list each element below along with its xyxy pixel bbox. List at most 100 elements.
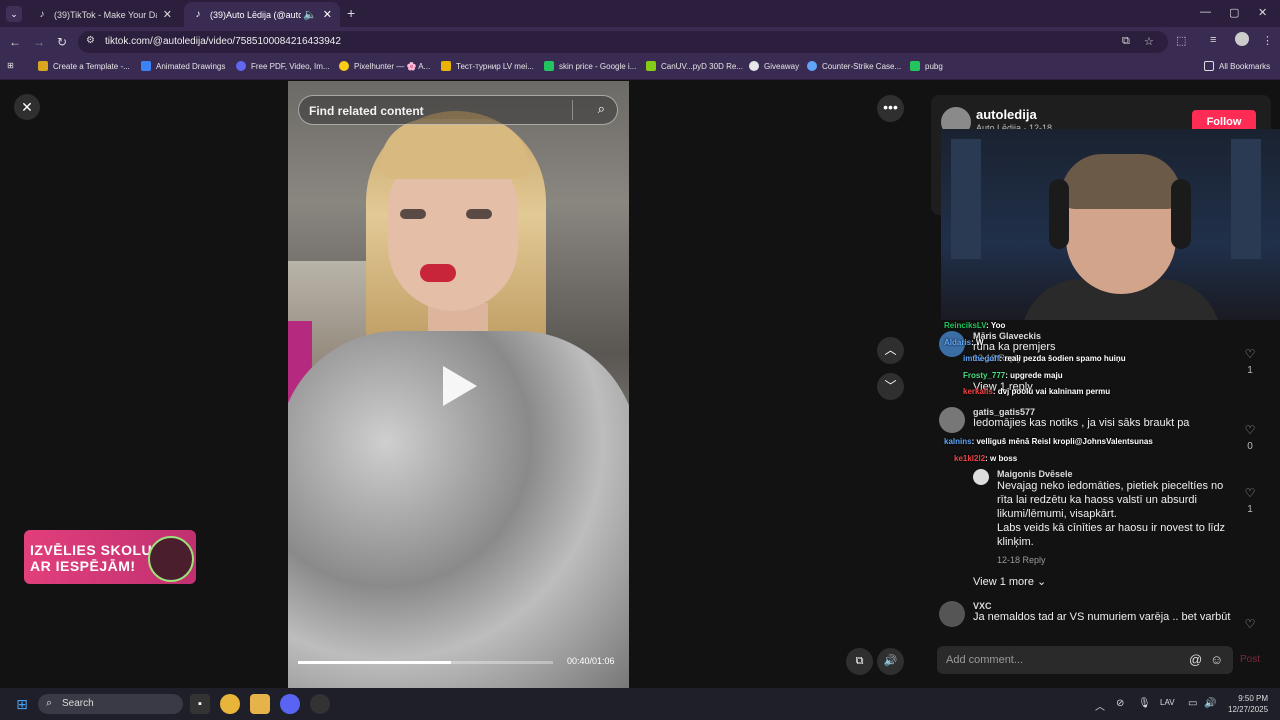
heart-icon[interactable]: ♡ 0 [1242,423,1258,452]
chat-message: ke1kl2l2: w boss [954,454,1018,463]
profile-avatar[interactable] [1235,32,1249,46]
network-icon[interactable]: ⊘ [1116,698,1124,709]
heart-icon[interactable]: ♡ [1242,617,1258,631]
install-app-icon[interactable]: ⧉ [1122,35,1130,48]
more-options-button[interactable]: ••• [877,95,904,122]
ad-line-2: AR IESPĒJĀM! [30,558,136,574]
avatar[interactable] [973,469,989,485]
site-info-icon[interactable]: ⚙ [86,35,95,46]
apps-icon[interactable]: ⊞ [7,61,14,70]
bookmark-favicon [441,61,451,71]
discord-icon[interactable] [280,694,300,714]
comment-item: VXC Ja nemaldos tad ar VS numuriem varēj… [973,601,1231,623]
heart-icon[interactable]: ♡ 1 [1242,486,1258,515]
bookmark-item[interactable]: pubg [910,61,943,71]
taskbar-clock[interactable]: 9:50 PM 12/27/2025 [1228,693,1268,715]
folder-icon [1204,61,1214,71]
view-more-link[interactable]: View 1 more ⌄ [973,575,1046,588]
emoji-icon[interactable]: ☺ [1210,652,1223,667]
tray-chevron-icon[interactable]: ︿ [1095,698,1105,713]
heart-icon[interactable]: ♡ 1 [1242,347,1258,376]
bookmark-item[interactable]: Counter-Strike Case... [807,61,901,71]
bookmark-favicon [339,61,349,71]
language-indicator[interactable]: LAV [1160,698,1175,707]
author-username[interactable]: autoledija [976,107,1037,122]
browser-tab-bar: ⌄ ♪ (39)TikTok - Make Your Day ✕ ♪ (39)A… [0,0,1280,27]
comment-item: gatis_gatis577 Iedomājies kas notiks , j… [973,407,1190,429]
microphone-icon[interactable]: 🎙 [1138,698,1151,709]
file-explorer-icon[interactable] [250,694,270,714]
chrome-icon[interactable] [220,694,240,714]
browser-toolbar: ← → ↻ ⚙ tiktok.com/@autoledija/video/758… [0,27,1280,57]
bookmarks-bar: ⊞ Create a Template -... Animated Drawin… [0,57,1280,80]
tab-title: (39)Auto Lēdija (@autoled [210,9,302,20]
comment-placeholder[interactable]: Add comment... [946,654,1023,666]
address-bar[interactable]: ⚙ tiktok.com/@autoledija/video/758510008… [78,31,1168,53]
ad-banner[interactable]: IZVĒLIES SKOLU AR IESPĒJĀM! [24,530,196,584]
video-eye [400,209,426,219]
webcam-overlay [941,129,1280,320]
close-viewer-button[interactable]: ✕ [14,94,40,120]
previous-video-button[interactable]: ︿ [877,337,904,364]
bookmark-item[interactable]: Free PDF, Video, Im... [236,61,330,71]
new-tab-button[interactable]: + [347,5,355,21]
bookmark-item[interactable]: Create a Template -... [38,61,130,71]
app-icon[interactable] [310,694,330,714]
tab-search-button[interactable]: ⌄ [6,6,22,22]
next-video-button[interactable]: ﹀ [877,373,904,400]
play-icon[interactable] [443,366,477,406]
back-button[interactable]: ← [9,35,21,49]
task-view-icon[interactable]: ▪ [190,694,210,714]
volume-icon[interactable]: 🔊 [1204,698,1216,709]
video-time: 00:40/01:06 [567,656,615,666]
comment-input[interactable]: Add comment... @ ☺ [937,646,1233,674]
bookmark-item[interactable]: Animated Drawings [141,61,225,71]
taskbar-search[interactable]: ⌕ Search [38,694,183,714]
forward-button[interactable]: → [33,35,45,49]
all-bookmarks-button[interactable]: All Bookmarks [1204,61,1270,71]
close-icon[interactable]: ✕ [323,8,332,21]
video-eye [466,209,492,219]
bookmark-item[interactable]: Pixelhunter — 🌸 A... [339,61,430,71]
video-progress-bar[interactable] [298,661,553,664]
bookmark-item[interactable]: Giveaway [749,61,799,71]
search-placeholder[interactable]: Find related content [309,104,424,118]
chat-message: kerkalis: dvj poolu vai kalninam permu [963,387,1111,396]
video-player[interactable]: Find related content ⌕ 00:40/01:06 [288,81,629,688]
find-related-search[interactable]: Find related content ⌕ [298,95,618,125]
maximize-button[interactable]: ▢ [1229,6,1239,19]
menu-icon[interactable]: ⋮ [1262,34,1273,47]
speaker-icon[interactable]: 🔈 [303,8,317,21]
media-control-icon[interactable]: ≡ [1210,34,1216,46]
acoustic-panel [951,139,981,259]
mention-icon[interactable]: @ [1189,652,1202,667]
floating-player-button[interactable]: ⧉ [846,648,873,675]
avatar[interactable] [939,601,965,627]
bookmark-star-icon[interactable]: ☆ [1144,35,1154,48]
close-icon[interactable]: ✕ [163,8,172,21]
display-icon[interactable]: ▭ [1188,698,1197,709]
taskbar-search-label: Search [62,698,94,709]
bookmark-favicon [141,61,151,71]
reload-button[interactable]: ↻ [57,35,67,49]
search-icon[interactable]: ⌕ [598,101,605,117]
volume-button[interactable]: 🔊 [877,648,904,675]
tab-title: (39)TikTok - Make Your Day [54,9,157,20]
bookmark-item[interactable]: skin price - Google i... [544,61,636,71]
bookmark-item[interactable]: CanUV...pyD 30D Re... [646,61,743,71]
url-text[interactable]: tiktok.com/@autoledija/video/75851000842… [105,36,341,47]
browser-tab-tiktok[interactable]: ♪ (39)TikTok - Make Your Day ✕ [28,2,180,27]
ad-line-1: IZVĒLIES SKOLU [30,542,153,558]
extensions-icon[interactable]: ⬚ [1176,34,1186,47]
browser-tab-autoledija[interactable]: ♪ (39)Auto Lēdija (@autoled 🔈 ✕ [184,2,340,27]
post-button[interactable]: Post [1240,654,1260,665]
acoustic-panel [1231,139,1261,259]
avatar[interactable] [939,407,965,433]
bookmark-item[interactable]: Тест-турнир LV mei... [441,61,534,71]
minimize-button[interactable]: — [1200,6,1211,18]
headphones [1171,179,1191,249]
video-bangs [380,119,528,179]
window-close-button[interactable]: ✕ [1258,6,1267,19]
windows-start-icon[interactable]: ⊞ [12,694,32,714]
chat-message: imthegoff: reali pezda šodien spamo huiņ… [963,354,1126,363]
